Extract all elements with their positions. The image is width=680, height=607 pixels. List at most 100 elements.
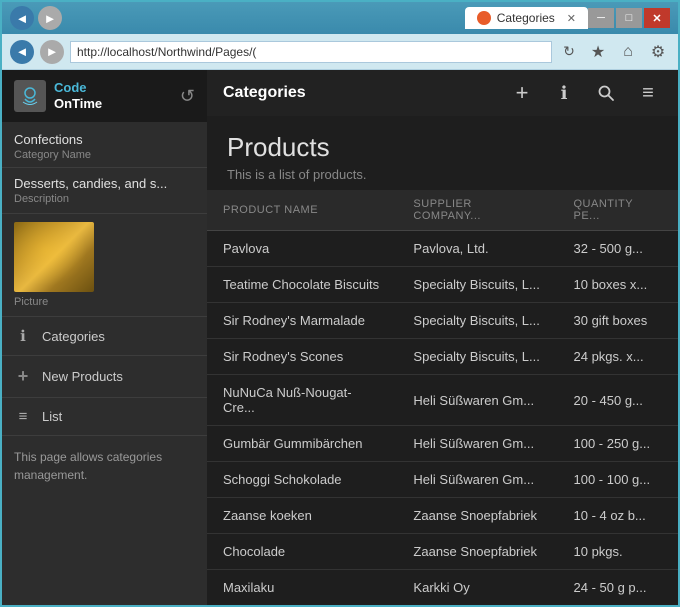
table-row[interactable]: Sir Rodney's SconesSpecialty Biscuits, L…	[207, 339, 678, 375]
col-supplier: SUPPLIER COMPANY...	[397, 190, 557, 231]
cell-product_name: Chocolade	[207, 534, 397, 570]
top-bar-title: Categories	[223, 84, 508, 102]
description-value: Desserts, candies, and s...	[14, 176, 195, 191]
table-row[interactable]: Sir Rodney's MarmaladeSpecialty Biscuits…	[207, 303, 678, 339]
add-button[interactable]: +	[508, 79, 536, 107]
nav-back-button[interactable]: ◄	[10, 40, 34, 64]
cell-supplier: Heli Süßwaren Gm...	[397, 375, 557, 426]
cell-product_name: Zaanse koeken	[207, 498, 397, 534]
minimize-button[interactable]: ─	[588, 8, 614, 28]
sidebar-image-section: Picture	[2, 214, 207, 317]
cell-quantity: 24 pkgs. x...	[558, 339, 679, 375]
cell-product_name: NuNuCa Nuß-Nougat-Cre...	[207, 375, 397, 426]
cell-quantity: 10 boxes x...	[558, 267, 679, 303]
sidebar-item-new-products[interactable]: + New Products	[2, 356, 207, 398]
refresh-button[interactable]: ↻	[558, 41, 580, 63]
sidebar-item-list[interactable]: ≡ List	[2, 398, 207, 436]
cell-supplier: Heli Süßwaren Gm...	[397, 426, 557, 462]
sidebar: CodeOnTime ↺ Confections Category Name D…	[2, 70, 207, 605]
sidebar-item-new-products-label: New Products	[42, 369, 123, 384]
nav-forward-button[interactable]: ►	[40, 40, 64, 64]
cell-product_name: Sir Rodney's Marmalade	[207, 303, 397, 339]
cell-quantity: 20 - 450 g...	[558, 375, 679, 426]
browser-tab[interactable]: Categories ✕	[465, 7, 588, 29]
menu-button[interactable]: ≡	[634, 79, 662, 107]
tab-close-icon[interactable]: ✕	[567, 12, 576, 25]
forward-button[interactable]: ►	[38, 6, 62, 30]
cell-supplier: Heli Süßwaren Gm...	[397, 462, 557, 498]
cell-product_name: Teatime Chocolate Biscuits	[207, 267, 397, 303]
category-name-label: Category Name	[14, 149, 195, 161]
cell-product_name: Sir Rodney's Scones	[207, 339, 397, 375]
page-subtitle: This is a list of products.	[227, 167, 658, 182]
close-button[interactable]: ✕	[644, 8, 670, 28]
addressbar-inline	[70, 0, 453, 36]
cell-supplier: Specialty Biscuits, L...	[397, 303, 557, 339]
table-row[interactable]: MaxilakuKarkki Oy24 - 50 g p...	[207, 570, 678, 606]
top-bar: Categories + ℹ ≡	[207, 70, 678, 116]
sidebar-item-categories-label: Categories	[42, 329, 105, 344]
cell-quantity: 10 pkgs.	[558, 534, 679, 570]
cell-quantity: 30 gift boxes	[558, 303, 679, 339]
plus-icon: +	[14, 366, 32, 387]
table-row[interactable]: Zaanse koekenZaanse Snoepfabriek10 - 4 o…	[207, 498, 678, 534]
app-body: CodeOnTime ↺ Confections Category Name D…	[2, 70, 678, 605]
description-label: Description	[14, 193, 195, 205]
sidebar-category-section: Confections Category Name	[2, 122, 207, 168]
cell-product_name: Maxilaku	[207, 570, 397, 606]
list-icon: ≡	[14, 408, 32, 425]
back-button[interactable]: ◄	[10, 6, 34, 30]
cell-product_name: Pavlova	[207, 231, 397, 267]
table-row[interactable]: Schoggi SchokoladeHeli Süßwaren Gm...100…	[207, 462, 678, 498]
page-title: Products	[227, 132, 658, 163]
col-product-name: PRODUCT NAME	[207, 190, 397, 231]
address-input[interactable]	[70, 41, 552, 63]
page-header: Products This is a list of products.	[207, 116, 678, 190]
cell-product_name: Schoggi Schokolade	[207, 462, 397, 498]
info-button[interactable]: ℹ	[550, 79, 578, 107]
info-icon: ℹ	[14, 327, 32, 345]
favorites-button[interactable]: ★	[586, 40, 610, 64]
logo-icon	[14, 80, 46, 112]
cell-product_name: Gumbär Gummibärchen	[207, 426, 397, 462]
tab-favicon	[477, 11, 491, 25]
cell-supplier: Specialty Biscuits, L...	[397, 267, 557, 303]
window-controls: ─ □ ✕	[588, 8, 670, 28]
cell-supplier: Zaanse Snoepfabriek	[397, 534, 557, 570]
sidebar-logo: CodeOnTime ↺	[2, 70, 207, 122]
maximize-button[interactable]: □	[616, 8, 642, 28]
address-bar: ◄ ► ↻ ★ ⌂ ⚙	[2, 34, 678, 70]
search-button[interactable]	[592, 79, 620, 107]
table-row[interactable]: ChocoladeZaanse Snoepfabriek10 pkgs.	[207, 534, 678, 570]
top-bar-actions: + ℹ ≡	[508, 79, 662, 107]
app-window: ◄ ► Categories ✕ ─ □ ✕ ◄ ► ↻ ★ ⌂ ⚙	[0, 0, 680, 607]
category-image	[14, 222, 94, 292]
cell-supplier: Pavlova, Ltd.	[397, 231, 557, 267]
cell-quantity: 100 - 250 g...	[558, 426, 679, 462]
tab-title: Categories	[497, 11, 555, 25]
picture-label: Picture	[14, 296, 195, 308]
cell-quantity: 24 - 50 g p...	[558, 570, 679, 606]
sidebar-item-list-label: List	[42, 409, 62, 424]
table-row[interactable]: Gumbär GummibärchenHeli Süßwaren Gm...10…	[207, 426, 678, 462]
col-quantity: QUANTITY PE...	[558, 190, 679, 231]
products-table: PRODUCT NAME SUPPLIER COMPANY... QUANTIT…	[207, 190, 678, 605]
cell-quantity: 10 - 4 oz b...	[558, 498, 679, 534]
content-area: Products This is a list of products. PRO…	[207, 116, 678, 605]
cell-quantity: 100 - 100 g...	[558, 462, 679, 498]
category-name-value: Confections	[14, 132, 195, 147]
settings-button[interactable]: ⚙	[646, 40, 670, 64]
cell-supplier: Karkki Oy	[397, 570, 557, 606]
sidebar-refresh-icon[interactable]: ↺	[180, 86, 195, 107]
main-content: Categories + ℹ ≡ Products	[207, 70, 678, 605]
sidebar-item-categories[interactable]: ℹ Categories	[2, 317, 207, 356]
sidebar-description-section: Desserts, candies, and s... Description	[2, 168, 207, 214]
table-header-row: PRODUCT NAME SUPPLIER COMPANY... QUANTIT…	[207, 190, 678, 231]
sidebar-info-text: This page allows categories management.	[2, 436, 207, 496]
table-row[interactable]: PavlovaPavlova, Ltd.32 - 500 g...	[207, 231, 678, 267]
table-row[interactable]: Teatime Chocolate BiscuitsSpecialty Bisc…	[207, 267, 678, 303]
home-button[interactable]: ⌂	[616, 40, 640, 64]
table-row[interactable]: NuNuCa Nuß-Nougat-Cre...Heli Süßwaren Gm…	[207, 375, 678, 426]
titlebar: ◄ ► Categories ✕ ─ □ ✕	[2, 2, 678, 34]
logo-text: CodeOnTime	[54, 80, 102, 111]
